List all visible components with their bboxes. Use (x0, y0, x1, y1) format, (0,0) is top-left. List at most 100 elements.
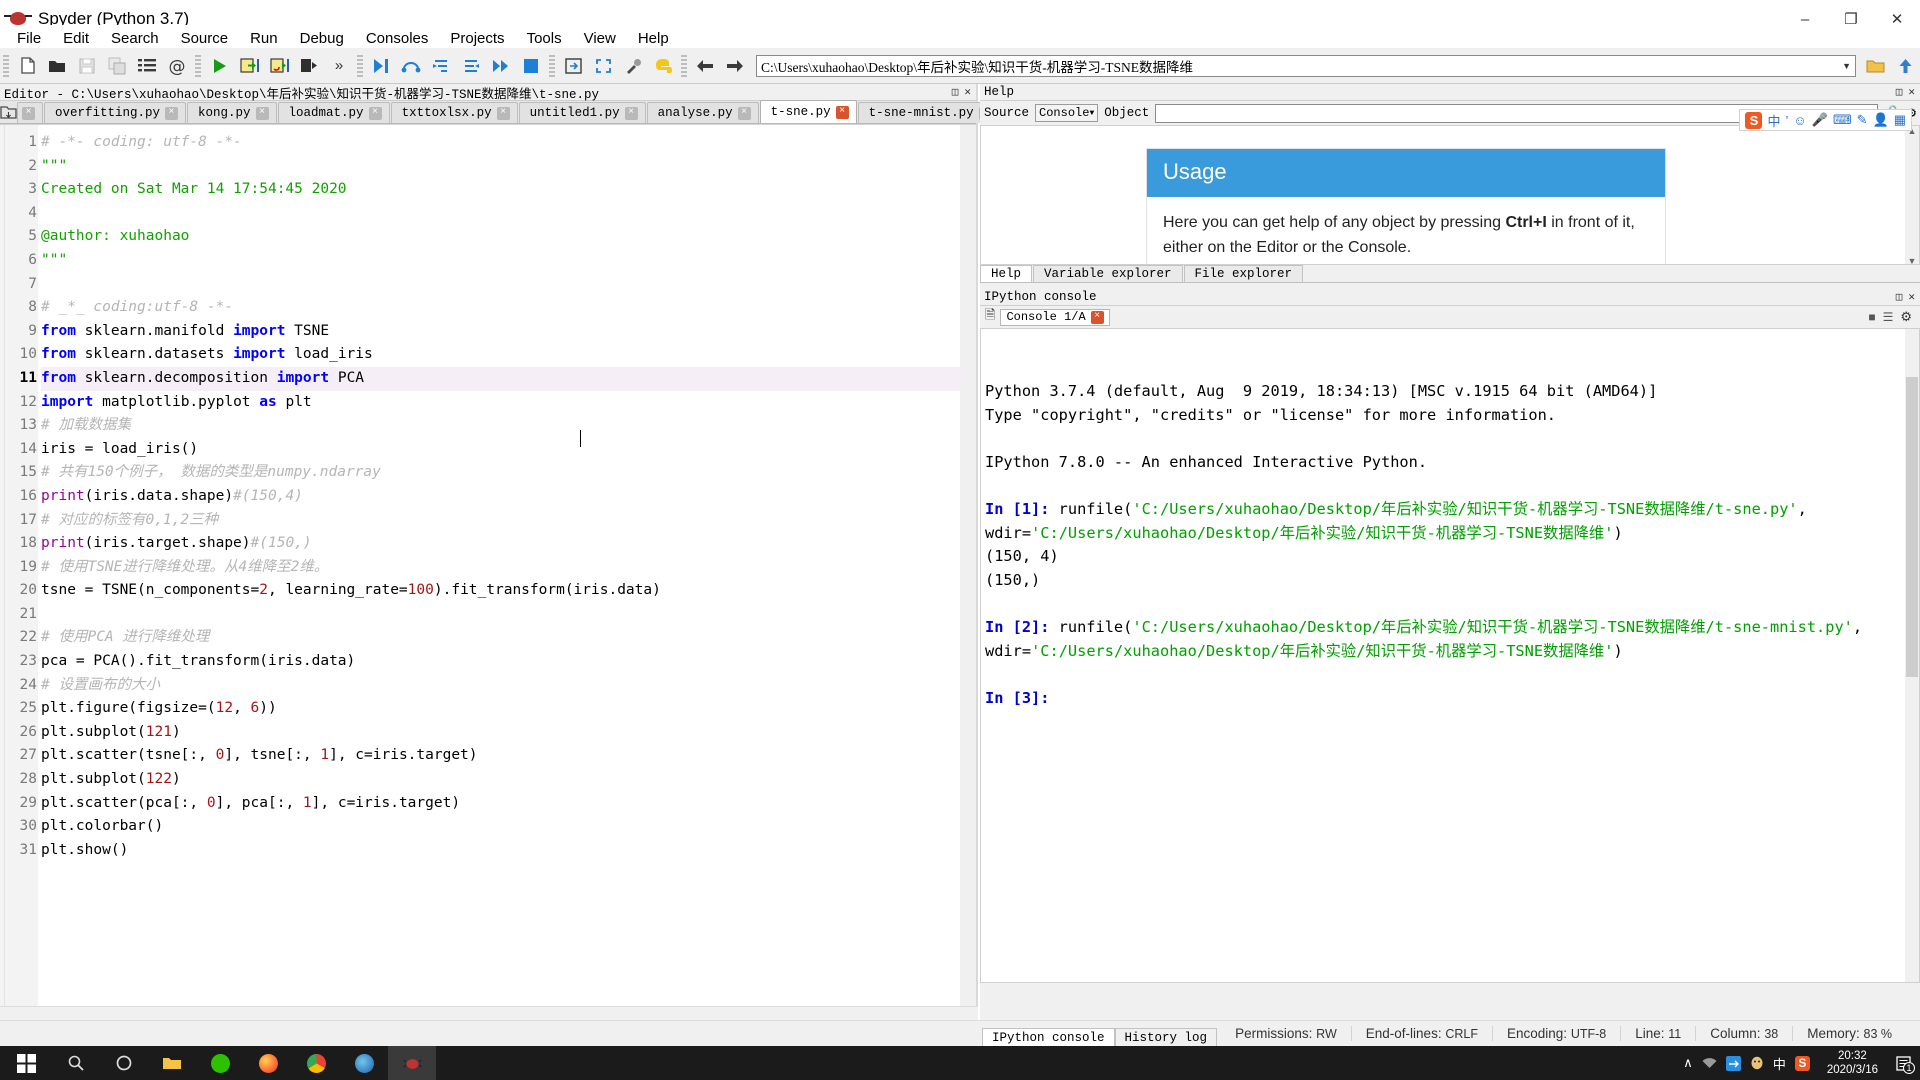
editor-tab-txttoxlsx-py[interactable]: txttoxlsx.py × (390, 102, 518, 123)
new-console-icon[interactable]: 🗎 (985, 306, 995, 328)
close-icon[interactable]: ✕ (964, 85, 971, 99)
firefox-icon[interactable] (244, 1046, 292, 1080)
editor-tab-analyse-py[interactable]: analyse.py × (646, 102, 759, 123)
console-bottom-tab-history-log[interactable]: History log (1114, 1027, 1218, 1047)
code-line[interactable]: tsne = TSNE(n_components=2, learning_rat… (41, 579, 976, 603)
cortana-icon[interactable] (100, 1046, 148, 1080)
scroll-down-icon[interactable]: ▼ (1908, 256, 1917, 264)
spyder-taskbar-icon[interactable] (388, 1046, 436, 1080)
chevron-down-icon[interactable]: ▼ (1842, 61, 1851, 71)
sogou-brand-icon[interactable]: S (1745, 111, 1763, 129)
pythonpath-icon[interactable] (648, 51, 678, 81)
ime-skin-icon[interactable]: 👤 (1873, 112, 1889, 128)
toolbar-grip[interactable] (3, 54, 9, 77)
menu-view[interactable]: View (573, 27, 627, 50)
editor-tab-t-sne-mnist-py[interactable]: t-sne-mnist.py× (857, 102, 1000, 123)
code-line[interactable]: plt.scatter(tsne[:, 0], tsne[:, 1], c=ir… (41, 744, 976, 768)
toolbar-grip-3[interactable] (357, 54, 363, 77)
hamburger-icon[interactable]: ☰ (1883, 310, 1894, 324)
run-selection-icon[interactable] (294, 51, 324, 81)
code-line[interactable]: plt.show() (41, 839, 976, 863)
code-editor[interactable]: 1 2 3 4 5 6 7 8 9 10 11 12 13 14 15 16 17 18 19 20 21 22 23 24 2… (0, 124, 976, 1013)
parent-directory-icon[interactable] (1890, 51, 1920, 81)
gear-icon[interactable]: ⚙ (1900, 309, 1912, 325)
ime-lang-icon[interactable]: 中 (1767, 111, 1780, 130)
editor-tab-t-sne-py[interactable]: t-sne.py × (759, 100, 857, 123)
new-file-icon[interactable] (12, 51, 42, 81)
menu-source[interactable]: Source (170, 27, 240, 50)
editor-horizontal-scrollbar[interactable] (0, 1006, 978, 1020)
fullscreen-icon[interactable] (588, 51, 618, 81)
ime-emoji-icon[interactable]: ☺ (1793, 113, 1806, 128)
preferences-icon[interactable] (618, 51, 648, 81)
help-tab-help[interactable]: Help (980, 265, 1033, 282)
close-icon[interactable]: ✕ (1908, 85, 1915, 99)
console-vertical-scrollbar[interactable] (1905, 329, 1919, 982)
code-line[interactable]: """ (41, 155, 976, 179)
tab-close-icon[interactable]: × (624, 106, 638, 120)
undock-icon[interactable]: ◫ (1896, 85, 1903, 99)
help-vertical-scrollbar[interactable]: ▲ ▼ (1905, 126, 1919, 264)
code-line[interactable]: # 共有150个例子， 数据的类型是numpy.ndarray (41, 461, 976, 485)
code-line[interactable]: @author: xuhaohao (41, 225, 976, 249)
ime-punct-icon[interactable]: ’ (1785, 113, 1788, 128)
menu-projects[interactable]: Projects (439, 27, 515, 50)
code-line[interactable]: # 使用PCA 进行降维处理 (41, 626, 976, 650)
tab-close-icon[interactable]: × (255, 106, 269, 120)
debug-step-into-icon[interactable] (426, 51, 456, 81)
menu-consoles[interactable]: Consoles (355, 27, 440, 50)
chevron-down-icon[interactable]: ▼ (1089, 109, 1094, 118)
ime-lang-tray-icon[interactable]: 中 (1773, 1054, 1786, 1073)
menu-search[interactable]: Search (100, 27, 170, 50)
tab-close-icon[interactable]: × (165, 106, 179, 120)
save-file-icon[interactable] (72, 51, 102, 81)
code-line[interactable]: Created on Sat Mar 14 17:54:45 2020 (41, 178, 976, 202)
find-symbol-icon[interactable]: @ (162, 51, 192, 81)
chrome-icon[interactable] (292, 1046, 340, 1080)
qq-icon[interactable] (1750, 1056, 1764, 1071)
code-line[interactable]: print(iris.data.shape)#(150,4) (41, 485, 976, 509)
ime-keyboard-icon[interactable]: ⌨ (1833, 112, 1852, 128)
debug-continue-icon[interactable] (486, 51, 516, 81)
editor-tab-loadmat-py[interactable]: loadmat.py × (277, 102, 390, 123)
open-file-icon[interactable] (42, 51, 72, 81)
code-line[interactable]: # 对应的标签有0,1,2三种 (41, 509, 976, 533)
toolbar-overflow-button[interactable]: » (324, 51, 354, 81)
tray-expand-icon[interactable]: ∧ (1683, 1055, 1693, 1071)
code-line[interactable]: pca = PCA().fit_transform(iris.data) (41, 650, 976, 674)
undock-icon[interactable]: ◫ (952, 85, 959, 99)
ime-toolbox-icon[interactable]: ▦ (1894, 112, 1906, 128)
edge-icon[interactable] (340, 1046, 388, 1080)
code-line[interactable] (41, 603, 976, 627)
wechat-icon[interactable] (196, 1046, 244, 1080)
debug-file-icon[interactable] (366, 51, 396, 81)
tab-close-icon[interactable]: × (496, 106, 510, 120)
tab-close-icon[interactable]: × (22, 106, 35, 120)
notification-icon[interactable]: 1 (1895, 1055, 1915, 1074)
tab-close-icon[interactable]: × (737, 106, 751, 120)
code-line[interactable]: import matplotlib.pyplot as plt (41, 391, 976, 415)
tab-close-icon[interactable]: × (835, 105, 849, 119)
editor-tab-kong-py[interactable]: kong.py × (187, 102, 277, 123)
file-switcher-icon[interactable] (132, 51, 162, 81)
code-line[interactable]: plt.subplot(121) (41, 721, 976, 745)
code-line[interactable] (41, 202, 976, 226)
stop-icon[interactable]: ■ (1868, 310, 1875, 324)
code-text-area[interactable]: # -*- coding: utf-8 -*- """ Created on Sat… (38, 125, 976, 1012)
run-file-icon[interactable] (204, 51, 234, 81)
debug-stop-icon[interactable] (516, 51, 546, 81)
search-icon[interactable] (52, 1046, 100, 1080)
ime-voice-icon[interactable]: 🎤 (1812, 112, 1828, 128)
code-line[interactable]: # _*_ coding:utf-8 -*- (41, 296, 976, 320)
onedrive-icon[interactable] (1725, 1055, 1741, 1071)
code-line[interactable] (41, 273, 976, 297)
code-line[interactable]: plt.subplot(122) (41, 768, 976, 792)
working-directory-combo[interactable]: C:\Users\xuhaohao\Desktop\年后补实验\知识干货-机器学… (756, 54, 1856, 77)
editor-tab-overfitting-py[interactable]: overfitting.py × (44, 102, 187, 123)
debug-step-over-icon[interactable] (396, 51, 426, 81)
taskbar-clock[interactable]: 20:32 2020/3/16 (1819, 1049, 1886, 1078)
code-line[interactable]: from sklearn.decomposition import PCA (41, 366, 976, 391)
code-line[interactable]: # -*- coding: utf-8 -*- (41, 131, 976, 155)
save-all-icon[interactable] (102, 51, 132, 81)
maximize-pane-icon[interactable] (558, 51, 588, 81)
